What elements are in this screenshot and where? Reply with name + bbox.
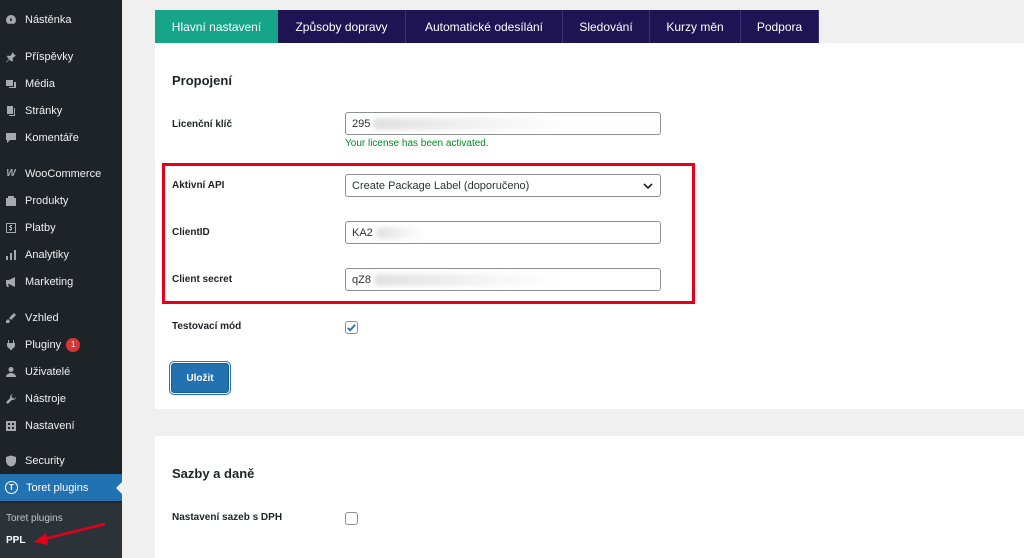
sidebar-item-analytics[interactable]: Analytiky	[0, 241, 122, 268]
toret-icon: T	[5, 481, 18, 494]
submenu-item-ppl[interactable]: PPL	[6, 535, 25, 546]
license-key-input[interactable]: 295	[345, 112, 661, 135]
sidebar-item-dashboard[interactable]: Nástěnka	[0, 6, 122, 33]
sidebar-item-label: Vzhled	[25, 311, 59, 324]
settings-icon	[5, 420, 17, 432]
sidebar-item-label: Komentáře	[25, 131, 79, 144]
sidebar-item-tools[interactable]: Nástroje	[0, 385, 122, 412]
client-secret-input[interactable]: qZ8	[345, 268, 661, 291]
admin-sidebar: Nástěnka Příspěvky Média Stránky Komentá…	[0, 0, 122, 558]
dashboard-icon	[5, 14, 17, 26]
tab-main-settings[interactable]: Hlavní nastavení	[155, 10, 278, 43]
active-api-selected-value: Create Package Label (doporučeno)	[352, 179, 530, 192]
test-mode-checkbox[interactable]	[345, 321, 358, 334]
active-api-select[interactable]: Create Package Label (doporučeno)	[345, 174, 661, 197]
sidebar-item-pages[interactable]: Stránky	[0, 97, 122, 124]
client-id-value: KA2	[352, 226, 373, 239]
tab-shipping-methods[interactable]: Způsoby dopravy	[278, 10, 406, 43]
sidebar-item-appearance[interactable]: Vzhled	[0, 304, 122, 331]
marketing-icon	[5, 276, 17, 288]
sidebar-item-label: Média	[25, 77, 55, 90]
sidebar-item-plugins[interactable]: Pluginy 1	[0, 331, 122, 358]
tab-support[interactable]: Podpora	[741, 10, 819, 43]
client-secret-value: qZ8	[352, 273, 371, 286]
sidebar-item-label: Pluginy	[25, 338, 62, 351]
vat-rates-checkbox[interactable]	[345, 512, 358, 525]
active-api-label: Aktivní API	[172, 180, 225, 191]
license-key-value: 295	[352, 117, 371, 130]
sidebar-item-users[interactable]: Uživatelé	[0, 358, 122, 385]
sidebar-item-label: Security	[25, 454, 65, 467]
tab-tracking[interactable]: Sledování	[563, 10, 650, 43]
client-secret-label: Client secret	[172, 274, 233, 285]
update-count-badge: 1	[66, 337, 81, 352]
sidebar-item-label: Analytiky	[25, 248, 70, 261]
sidebar-item-settings[interactable]: Nastavení	[0, 412, 122, 439]
sidebar-item-label: Stránky	[25, 104, 63, 117]
rates-panel: Sazby a daně Nastavení sazeb s DPH	[155, 436, 1024, 558]
sidebar-item-comments[interactable]: Komentáře	[0, 124, 122, 151]
client-id-label: ClientID	[172, 227, 210, 238]
tools-icon	[5, 393, 17, 405]
appearance-icon	[5, 312, 17, 324]
sidebar-item-payments[interactable]: Platby	[0, 214, 122, 241]
products-icon	[5, 195, 17, 207]
sidebar-item-label: WooCommerce	[25, 167, 102, 180]
sidebar-item-label: Nastavení	[25, 419, 75, 432]
sidebar-item-label: Platby	[25, 221, 56, 234]
tab-exchange-rates[interactable]: Kurzy měn	[650, 10, 741, 43]
connection-panel: Propojení Licenční klíč 295 Your license…	[155, 43, 1024, 409]
sidebar-item-label: Marketing	[25, 275, 74, 288]
sidebar-item-products[interactable]: Produkty	[0, 187, 122, 214]
comments-icon	[5, 132, 17, 144]
media-icon	[5, 78, 17, 90]
sidebar-item-security[interactable]: Security	[0, 447, 122, 474]
save-button[interactable]: Uložit	[171, 363, 229, 393]
section-title-connection: Propojení	[172, 73, 232, 88]
license-status-message: Your license has been activated.	[345, 138, 489, 149]
pages-icon	[5, 105, 17, 117]
sidebar-item-posts[interactable]: Příspěvky	[0, 43, 122, 70]
tab-automatic-sending[interactable]: Automatické odesílání	[406, 10, 563, 43]
sidebar-item-label: Příspěvky	[25, 50, 74, 63]
sidebar-item-toret-plugins[interactable]: T Toret plugins	[0, 474, 122, 501]
woocommerce-icon: W	[6, 168, 16, 179]
settings-tabs: Hlavní nastavení Způsoby dopravy Automat…	[155, 10, 819, 43]
plugins-icon	[5, 339, 17, 351]
test-mode-label: Testovací mód	[172, 321, 242, 332]
sidebar-item-label: Produkty	[25, 194, 69, 207]
sidebar-item-label: Toret plugins	[26, 481, 89, 494]
redacted-blur	[373, 273, 559, 286]
license-key-label: Licenční klíč	[172, 119, 233, 130]
client-id-input[interactable]: KA2	[345, 221, 661, 244]
checkmark-icon	[347, 324, 356, 332]
submenu-item-toret-plugins[interactable]: Toret plugins	[6, 513, 63, 524]
redacted-blur	[375, 226, 426, 239]
users-icon	[5, 366, 17, 378]
sidebar-item-label: Uživatelé	[25, 365, 71, 378]
analytics-icon	[5, 249, 17, 261]
pin-icon	[5, 51, 17, 63]
section-title-rates: Sazby a daně	[172, 466, 255, 481]
redacted-blur	[373, 117, 574, 130]
sidebar-item-marketing[interactable]: Marketing	[0, 268, 122, 295]
payments-icon	[5, 222, 17, 234]
sidebar-item-woocommerce[interactable]: W WooCommerce	[0, 160, 122, 187]
sidebar-item-media[interactable]: Média	[0, 70, 122, 97]
vat-rates-label: Nastavení sazeb s DPH	[172, 512, 283, 523]
sidebar-item-label: Nástěnka	[25, 13, 72, 26]
shield-icon	[5, 455, 17, 467]
toret-submenu: Toret plugins PPL	[0, 503, 122, 558]
chevron-down-icon	[643, 183, 653, 190]
sidebar-item-label: Nástroje	[25, 392, 66, 405]
